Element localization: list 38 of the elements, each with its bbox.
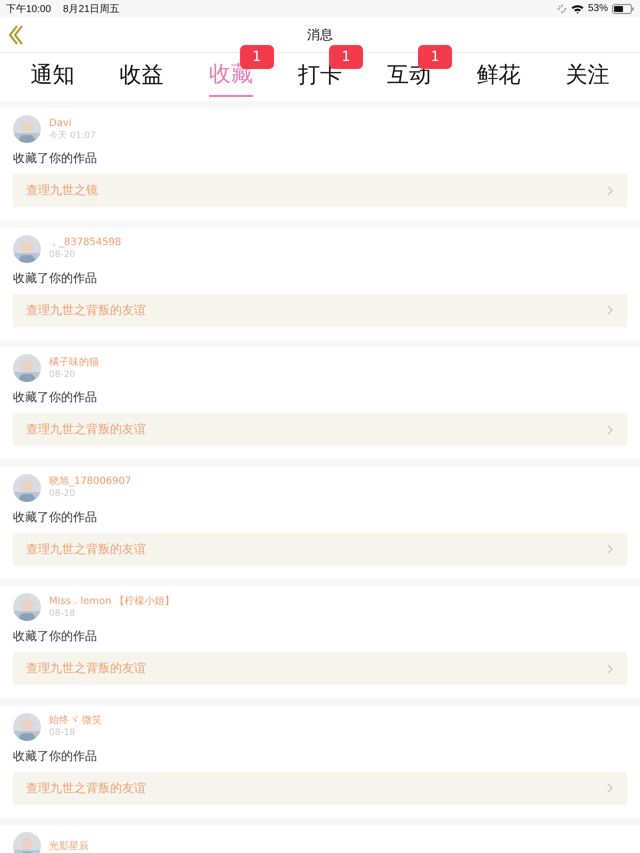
tab[interactable]: 鲜花 xyxy=(476,53,520,97)
chevron-right-icon xyxy=(607,783,613,793)
unread-badge: 1 xyxy=(418,45,452,69)
user-name[interactable]: 光影星辰 xyxy=(49,840,89,852)
status-time: 下午10:00 xyxy=(6,2,52,16)
tab[interactable]: 关注 xyxy=(565,53,610,97)
message-text: 收藏了你的作品 xyxy=(13,508,98,524)
battery-icon xyxy=(612,4,634,14)
message-text: 收藏了你的作品 xyxy=(13,628,98,644)
work-link[interactable]: 查理九世之背叛的友谊 xyxy=(13,772,627,804)
back-icon[interactable] xyxy=(9,25,23,45)
tab[interactable]: 收益 xyxy=(120,53,164,97)
chevron-right-icon xyxy=(607,305,613,315)
work-link[interactable]: 查理九世之背叛的友谊 xyxy=(13,532,627,566)
work-link[interactable]: 查理九世之镜 xyxy=(13,174,627,207)
battery-percent: 53% xyxy=(588,3,608,14)
message-text: 收藏了你的作品 xyxy=(13,389,98,405)
work-link[interactable]: 查理九世之背叛的友谊 xyxy=(13,652,627,685)
user-name[interactable]: Miss . lemon 【柠檬小姐】 xyxy=(49,594,175,608)
status-date: 8月21日周五 xyxy=(63,2,120,16)
message-text: 收藏了你的作品 xyxy=(13,270,98,286)
user-name[interactable]: ，_837854598 xyxy=(49,236,122,249)
chevron-right-icon xyxy=(607,424,613,434)
user-name[interactable]: 晓旭_178006907 xyxy=(49,475,132,488)
loading-icon xyxy=(556,4,567,14)
chevron-right-icon xyxy=(607,544,613,554)
chevron-right-icon xyxy=(607,186,613,196)
chevron-right-icon xyxy=(607,664,613,674)
tab[interactable]: 通知 xyxy=(30,53,75,97)
page-title: 消息 xyxy=(307,26,333,44)
message-text: 收藏了你的作品 xyxy=(13,748,98,764)
user-name[interactable]: 始终ヾ 微笑 xyxy=(49,714,102,727)
work-link[interactable]: 查理九世之背叛的友谊 xyxy=(13,294,627,326)
work-link[interactable]: 查理九世之背叛的友谊 xyxy=(13,413,627,446)
message-text: 收藏了你的作品 xyxy=(13,150,98,166)
user-name[interactable]: Davi xyxy=(49,116,96,130)
user-name[interactable]: 橘子味的猫 xyxy=(49,356,99,368)
wifi-icon xyxy=(570,4,584,14)
